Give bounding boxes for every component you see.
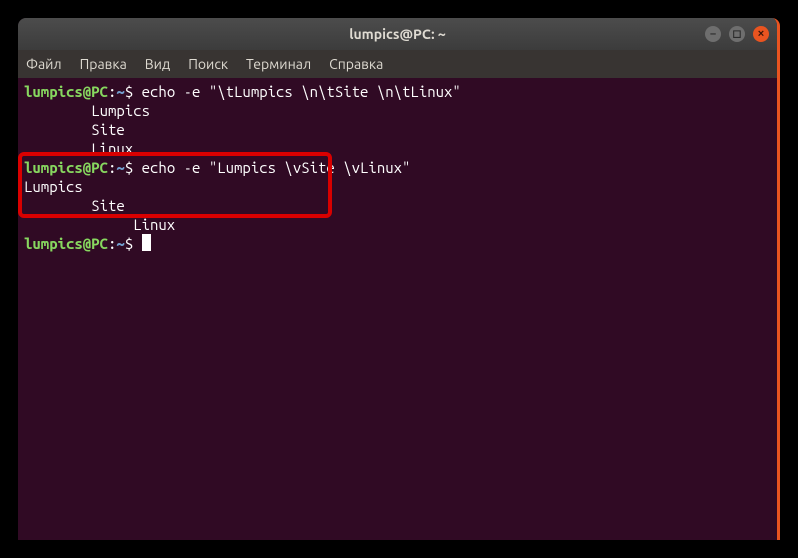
prompt-path: ~: [116, 83, 124, 100]
maximize-button[interactable]: ◻: [729, 26, 745, 42]
terminal-output: Lumpics: [24, 101, 771, 120]
menu-edit[interactable]: Правка: [80, 56, 127, 72]
menubar: Файл Правка Вид Поиск Терминал Справка: [18, 50, 777, 78]
command-text: echo -e "Lumpics \vSite \vLinux": [133, 159, 410, 176]
titlebar[interactable]: lumpics@PC: ~ – ◻ ×: [18, 18, 777, 50]
terminal-output: Site: [24, 196, 771, 215]
terminal-window: lumpics@PC: ~ – ◻ × Файл Правка Вид Поис…: [18, 18, 780, 540]
terminal-line: lumpics@PC:~$: [24, 234, 771, 253]
terminal-area[interactable]: lumpics@PC:~$ echo -e "\tLumpics \n\tSit…: [18, 78, 777, 540]
terminal-output: Linux: [24, 215, 771, 234]
menu-view[interactable]: Вид: [145, 56, 170, 72]
terminal-output: Linux: [24, 139, 771, 158]
close-button[interactable]: ×: [753, 26, 769, 42]
prompt-user: lumpics@PC: [24, 159, 108, 176]
minimize-button[interactable]: –: [705, 26, 721, 42]
terminal-line: lumpics@PC:~$ echo -e "Lumpics \vSite \v…: [24, 158, 771, 177]
window-controls: – ◻ ×: [705, 26, 769, 42]
menu-file[interactable]: Файл: [26, 56, 62, 72]
prompt-sigil: $: [125, 159, 133, 176]
prompt-user: lumpics@PC: [24, 83, 108, 100]
prompt-sigil: $: [125, 83, 133, 100]
terminal-output: Site: [24, 120, 771, 139]
prompt-path: ~: [116, 159, 124, 176]
menu-search[interactable]: Поиск: [188, 56, 228, 72]
prompt-user: lumpics@PC: [24, 235, 108, 252]
terminal-output: Lumpics: [24, 177, 771, 196]
cursor-icon: [142, 234, 151, 251]
command-text: [133, 235, 141, 252]
prompt-path: ~: [116, 235, 124, 252]
menu-terminal[interactable]: Терминал: [246, 56, 311, 72]
command-text: echo -e "\tLumpics \n\tSite \n\tLinux": [133, 83, 461, 100]
menu-help[interactable]: Справка: [329, 56, 383, 72]
window-title: lumpics@PC: ~: [349, 26, 446, 42]
prompt-sigil: $: [125, 235, 133, 252]
terminal-line: lumpics@PC:~$ echo -e "\tLumpics \n\tSit…: [24, 82, 771, 101]
